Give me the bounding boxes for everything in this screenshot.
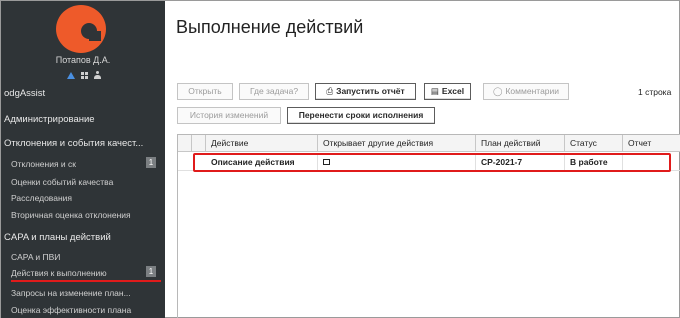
- sidebar-item-deviations[interactable]: Отклонения и события качест...: [4, 138, 165, 149]
- sidebar: Потапов Д.А. odgAssist Администрирование…: [1, 1, 165, 318]
- header-action[interactable]: Действие: [206, 135, 318, 152]
- user-icons: [59, 69, 109, 81]
- page-title: Выполнение действий: [176, 17, 364, 37]
- excel-button[interactable]: ▤ Excel: [424, 83, 471, 100]
- sidebar-item-secondary-assessment[interactable]: Вторичная оценка отклонения: [11, 210, 165, 220]
- deviations-count-badge: 1: [146, 157, 156, 168]
- sidebar-item-deviations-sub[interactable]: Отклонения и ск: [11, 159, 165, 169]
- user-icon[interactable]: [94, 71, 101, 79]
- open-button[interactable]: Открыть: [177, 83, 233, 100]
- row-count: 1 строка: [638, 87, 672, 97]
- comment-icon: ◯: [492, 86, 503, 96]
- warning-icon[interactable]: [67, 71, 75, 79]
- sidebar-item-capa-pvi[interactable]: CAPA и ПВИ: [11, 252, 165, 262]
- header-status[interactable]: Статус: [565, 135, 623, 152]
- user-name[interactable]: Потапов Д.А.: [1, 55, 165, 65]
- header-plan[interactable]: План действий: [476, 135, 565, 152]
- sidebar-item-administration[interactable]: Администрирование: [4, 114, 165, 125]
- sidebar-item-plan-efficiency[interactable]: Оценка эффективности плана: [11, 305, 165, 315]
- sidebar-item-investigations[interactable]: Расследования: [11, 193, 165, 203]
- grid-icon[interactable]: [81, 71, 88, 79]
- row-highlight-frame: [193, 153, 671, 172]
- app-logo: [56, 5, 106, 53]
- excel-icon: ▤: [430, 86, 439, 96]
- comments-button[interactable]: ◯ Комментарии: [483, 83, 569, 100]
- run-report-button[interactable]: ⎙ Запустить отчёт: [315, 83, 416, 100]
- sidebar-item-actions-to-do[interactable]: Действия к выполнению: [11, 268, 165, 278]
- postpone-deadlines-button[interactable]: Перенести сроки исполнения: [287, 107, 435, 124]
- sidebar-item-capa-plans[interactable]: CAPA и планы действий: [4, 232, 165, 243]
- active-item-underline: [11, 280, 161, 282]
- sidebar-item-change-requests[interactable]: Запросы на изменение план...: [11, 288, 165, 298]
- header-report[interactable]: Отчет: [623, 135, 680, 152]
- sidebar-item-quality-assessments[interactable]: Оценки событий качества: [11, 177, 165, 187]
- run-report-label: Запустить отчёт: [336, 86, 405, 96]
- actions-count-badge: 1: [146, 266, 156, 277]
- table-header: Действие Открывает другие действия План …: [178, 135, 680, 152]
- sidebar-item-odgassist[interactable]: odgAssist: [4, 88, 165, 99]
- table-header-selector[interactable]: [178, 135, 192, 152]
- history-button[interactable]: История изменений: [177, 107, 281, 124]
- comments-label: Комментарии: [505, 86, 560, 96]
- where-task-button[interactable]: Где задача?: [239, 83, 309, 100]
- excel-label: Excel: [441, 86, 465, 96]
- print-icon: ⎙: [326, 86, 334, 96]
- table-header-marker: [192, 135, 206, 152]
- header-opens-other[interactable]: Открывает другие действия: [318, 135, 476, 152]
